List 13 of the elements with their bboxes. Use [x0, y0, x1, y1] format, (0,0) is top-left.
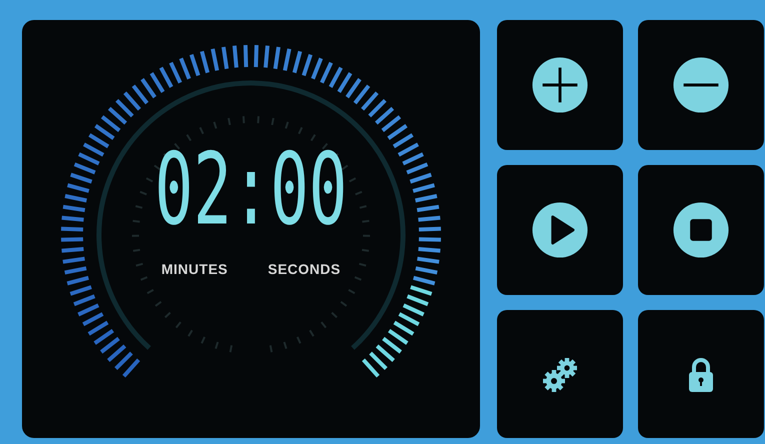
minus-icon [672, 56, 730, 114]
lock-button[interactable] [638, 310, 764, 438]
stop-icon [672, 201, 730, 259]
play-icon [531, 201, 589, 259]
settings-button[interactable] [497, 310, 623, 438]
minus-button[interactable] [638, 20, 764, 150]
timer-display: 02:00 [154, 141, 348, 241]
play-button[interactable] [497, 165, 623, 295]
plus-icon [531, 56, 589, 114]
plus-button[interactable] [497, 20, 623, 150]
unit-label: SECONDS [268, 261, 341, 277]
unit-label: MINUTES [161, 261, 228, 277]
stop-button[interactable] [638, 165, 764, 295]
